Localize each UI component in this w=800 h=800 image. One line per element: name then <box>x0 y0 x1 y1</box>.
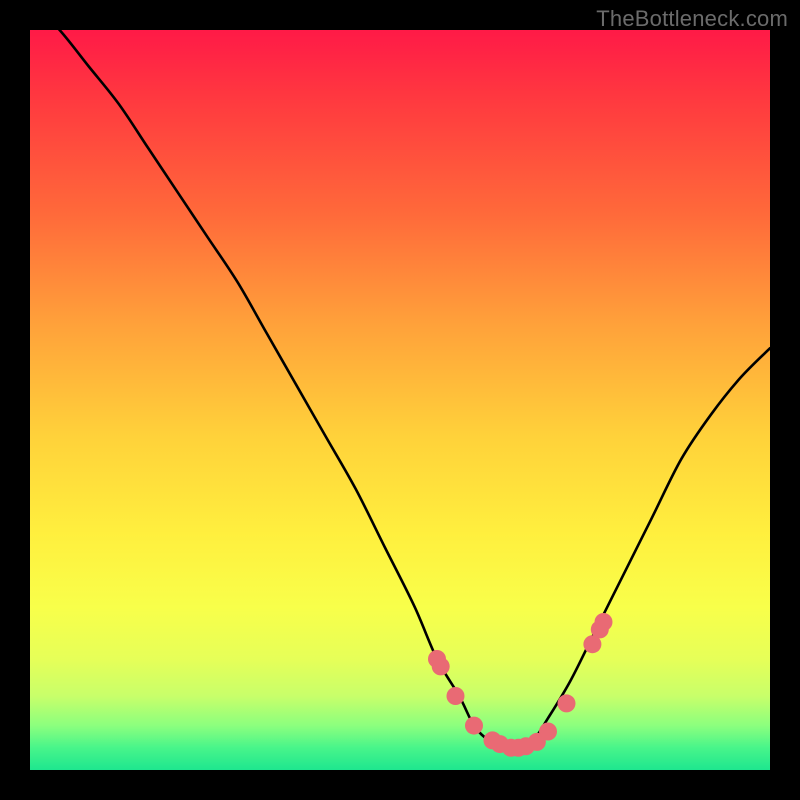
bottleneck-curve <box>30 0 770 748</box>
bottleneck-curve-svg <box>30 30 770 770</box>
watermark-text: TheBottleneck.com <box>596 6 788 32</box>
highlight-dot <box>432 657 450 675</box>
highlight-dot <box>595 613 613 631</box>
highlight-dot <box>539 723 557 741</box>
chart-frame: TheBottleneck.com <box>0 0 800 800</box>
highlight-dots-group <box>428 613 613 757</box>
plot-area <box>30 30 770 770</box>
highlight-dot <box>447 687 465 705</box>
highlight-dot <box>465 717 483 735</box>
highlight-dot <box>558 694 576 712</box>
